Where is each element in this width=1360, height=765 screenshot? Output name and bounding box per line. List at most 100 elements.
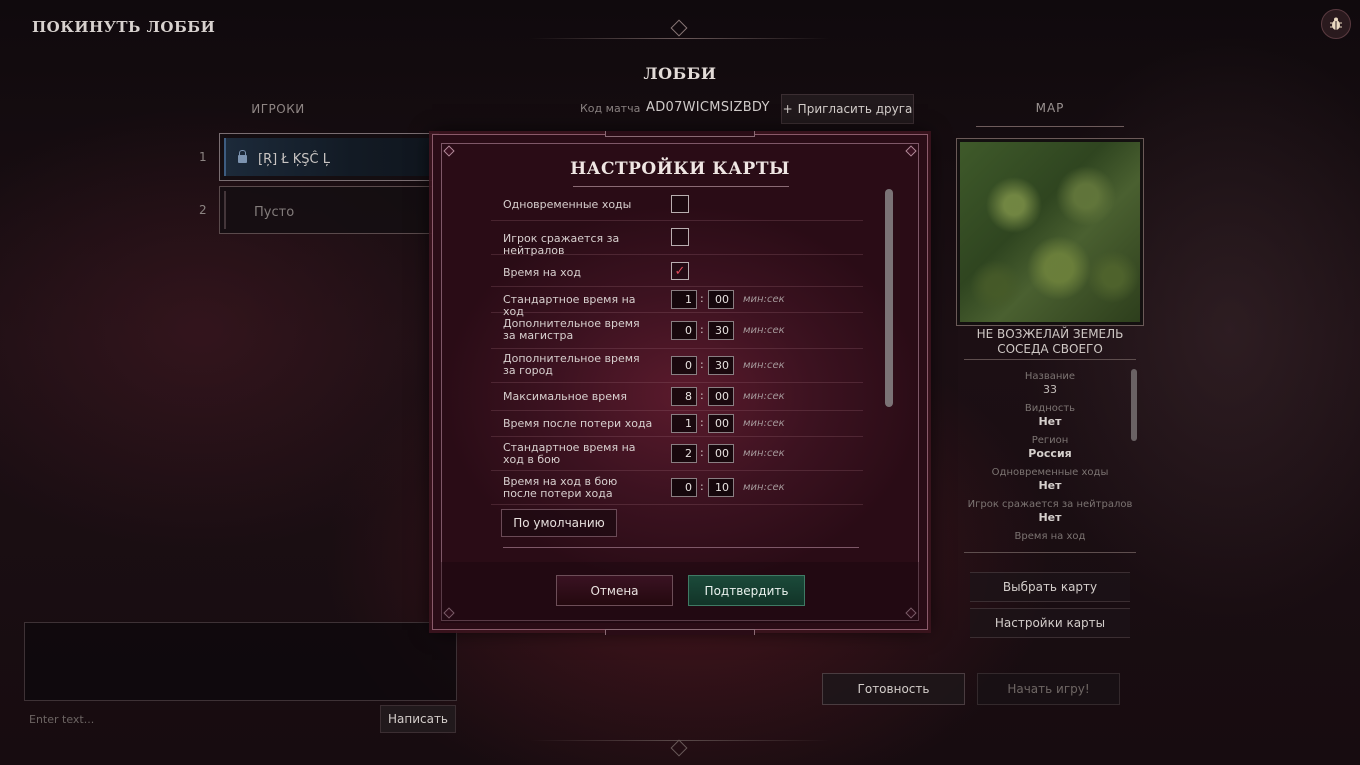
setting-row: Дополнительное время за город 0 : 30 мин…	[491, 349, 863, 383]
dialog-title: НАСТРОЙКИ КАРТЫ	[570, 159, 790, 179]
setting-label: Время после потери хода	[503, 417, 653, 430]
minutes-input[interactable]: 8	[671, 387, 697, 406]
info-value: 33	[1043, 383, 1057, 396]
info-item: Видность Нет	[964, 402, 1136, 428]
minutes-input[interactable]: 1	[671, 414, 697, 433]
time-unit: мин:сек	[743, 325, 785, 336]
info-value: Нет	[1038, 511, 1062, 524]
info-label: Игрок сражается за нейтралов	[967, 499, 1133, 510]
setting-row: Максимальное время 8 : 00 мин:сек	[491, 383, 863, 411]
seconds-input[interactable]: 00	[708, 444, 734, 463]
setting-label: Дополнительное время за город	[503, 352, 640, 377]
info-item: Время на ход	[964, 530, 1136, 543]
time-separator: :	[700, 358, 704, 371]
seconds-input[interactable]: 30	[708, 321, 734, 340]
map-thumbnail	[960, 142, 1140, 322]
setting-label: Одновременные ходы	[503, 198, 632, 211]
player-for-neutrals-checkbox[interactable]	[671, 228, 689, 246]
divider	[964, 359, 1136, 360]
players-heading: ИГРОКИ	[251, 102, 305, 116]
minutes-input[interactable]: 0	[671, 321, 697, 340]
seconds-input[interactable]: 00	[708, 387, 734, 406]
map-info-list: Название 33 Видность Нет Регион Россия О…	[964, 364, 1136, 552]
minutes-input[interactable]: 0	[671, 478, 697, 497]
checkmark-icon: ✓	[674, 263, 686, 279]
match-code: AD07WICMSIZBDY	[646, 100, 770, 115]
confirm-button[interactable]: Подтвердить	[688, 575, 805, 606]
setting-row: Стандартное время на ход 1 : 00 мин:сек	[491, 287, 863, 318]
time-unit: мин:сек	[743, 448, 785, 459]
minutes-input[interactable]: 0	[671, 356, 697, 375]
minutes-input[interactable]: 2	[671, 444, 697, 463]
time-unit: мин:сек	[743, 294, 785, 305]
info-label: Видность	[1024, 403, 1076, 414]
cancel-button[interactable]: Отмена	[556, 575, 673, 606]
setting-label: Максимальное время	[503, 390, 627, 403]
info-label: Регион	[1031, 435, 1069, 446]
chat-input[interactable]	[24, 706, 374, 732]
start-game-button[interactable]: Начать игру!	[977, 673, 1120, 705]
invite-friend-button[interactable]: + Пригласить друга	[781, 94, 914, 124]
settings-list: Одновременные ходы Игрок сражается за не…	[491, 187, 871, 547]
turn-timer-checkbox[interactable]: ✓	[671, 262, 689, 280]
setting-row: Время после потери хода 1 : 00 мин:сек	[491, 411, 863, 437]
time-separator: :	[700, 416, 704, 429]
info-value: Нет	[1038, 479, 1062, 492]
map-settings-dialog: НАСТРОЙКИ КАРТЫ Одновременные ходы Игрок…	[432, 131, 928, 635]
seconds-input[interactable]: 10	[708, 478, 734, 497]
map-name: НЕ ВОЗЖЕЛАЙ ЗЕМЕЛЬ СОСЕДА СВОЕГО	[976, 327, 1124, 356]
player-name: [Ŗ] Ł ĶŞĈ Ļ	[258, 152, 330, 167]
time-separator: :	[700, 446, 704, 459]
dialog-footer	[441, 562, 919, 623]
dialog-scrollbar[interactable]	[885, 189, 893, 407]
chat-log	[24, 622, 457, 701]
bug-report-button[interactable]	[1321, 9, 1351, 39]
setting-label: Время на ход в бою после потери хода	[503, 475, 618, 500]
seconds-input[interactable]: 00	[708, 414, 734, 433]
map-preview	[956, 138, 1144, 326]
time-separator: :	[700, 323, 704, 336]
setting-row: Игрок сражается за нейтралов	[491, 221, 863, 257]
simultaneous-turns-checkbox[interactable]	[671, 195, 689, 213]
lock-icon	[238, 150, 247, 163]
send-message-button[interactable]: Написать	[380, 705, 456, 733]
setting-label: Игрок сражается за нейтралов	[503, 232, 620, 257]
pick-map-button[interactable]: Выбрать карту	[970, 572, 1130, 602]
seconds-input[interactable]: 00	[708, 290, 734, 309]
match-code-label: Код матча	[580, 102, 641, 115]
dialog-bottom-ornament	[605, 629, 755, 635]
time-unit: мин:сек	[743, 482, 785, 493]
info-label: Название	[1024, 371, 1076, 382]
ready-button[interactable]: Готовность	[822, 673, 965, 705]
slot-number: 1	[199, 150, 207, 164]
time-unit: мин:сек	[743, 391, 785, 402]
map-settings-button[interactable]: Настройки карты	[970, 608, 1130, 638]
minutes-input[interactable]: 1	[671, 290, 697, 309]
player-name: Пусто	[254, 205, 295, 220]
info-value: Россия	[1028, 447, 1072, 460]
info-item: Регион Россия	[964, 434, 1136, 460]
info-label: Одновременные ходы	[991, 467, 1109, 478]
player-slot-2[interactable]: Пусто	[219, 186, 439, 234]
time-unit: мин:сек	[743, 418, 785, 429]
seconds-input[interactable]: 30	[708, 356, 734, 375]
leave-lobby-button[interactable]: ПОКИНУТЬ ЛОББИ	[32, 18, 215, 36]
slot-background: [Ŗ] Ł ĶŞĈ Ļ	[224, 138, 438, 176]
time-unit: мин:сек	[743, 360, 785, 371]
invite-friend-label: Пригласить друга	[797, 102, 913, 116]
info-value: Нет	[1038, 415, 1062, 428]
bug-icon	[1330, 17, 1342, 30]
divider	[964, 552, 1136, 553]
restore-defaults-button[interactable]: По умолчанию	[501, 509, 617, 537]
info-scrollbar[interactable]	[1131, 369, 1137, 441]
bottom-diamond-ornament	[670, 739, 688, 757]
setting-row: Дополнительное время за магистра 0 : 30 …	[491, 313, 863, 349]
setting-row: Время на ход в бою после потери хода 0 :…	[491, 471, 863, 505]
setting-label: Дополнительное время за магистра	[503, 317, 640, 342]
player-slot-1[interactable]: [Ŗ] Ł ĶŞĈ Ļ	[219, 133, 439, 181]
dialog-top-ornament	[605, 131, 755, 137]
slot-background: Пусто	[224, 191, 438, 229]
top-diamond-ornament	[670, 19, 688, 37]
info-item: Одновременные ходы Нет	[964, 466, 1136, 492]
setting-label: Время на ход	[503, 266, 581, 279]
